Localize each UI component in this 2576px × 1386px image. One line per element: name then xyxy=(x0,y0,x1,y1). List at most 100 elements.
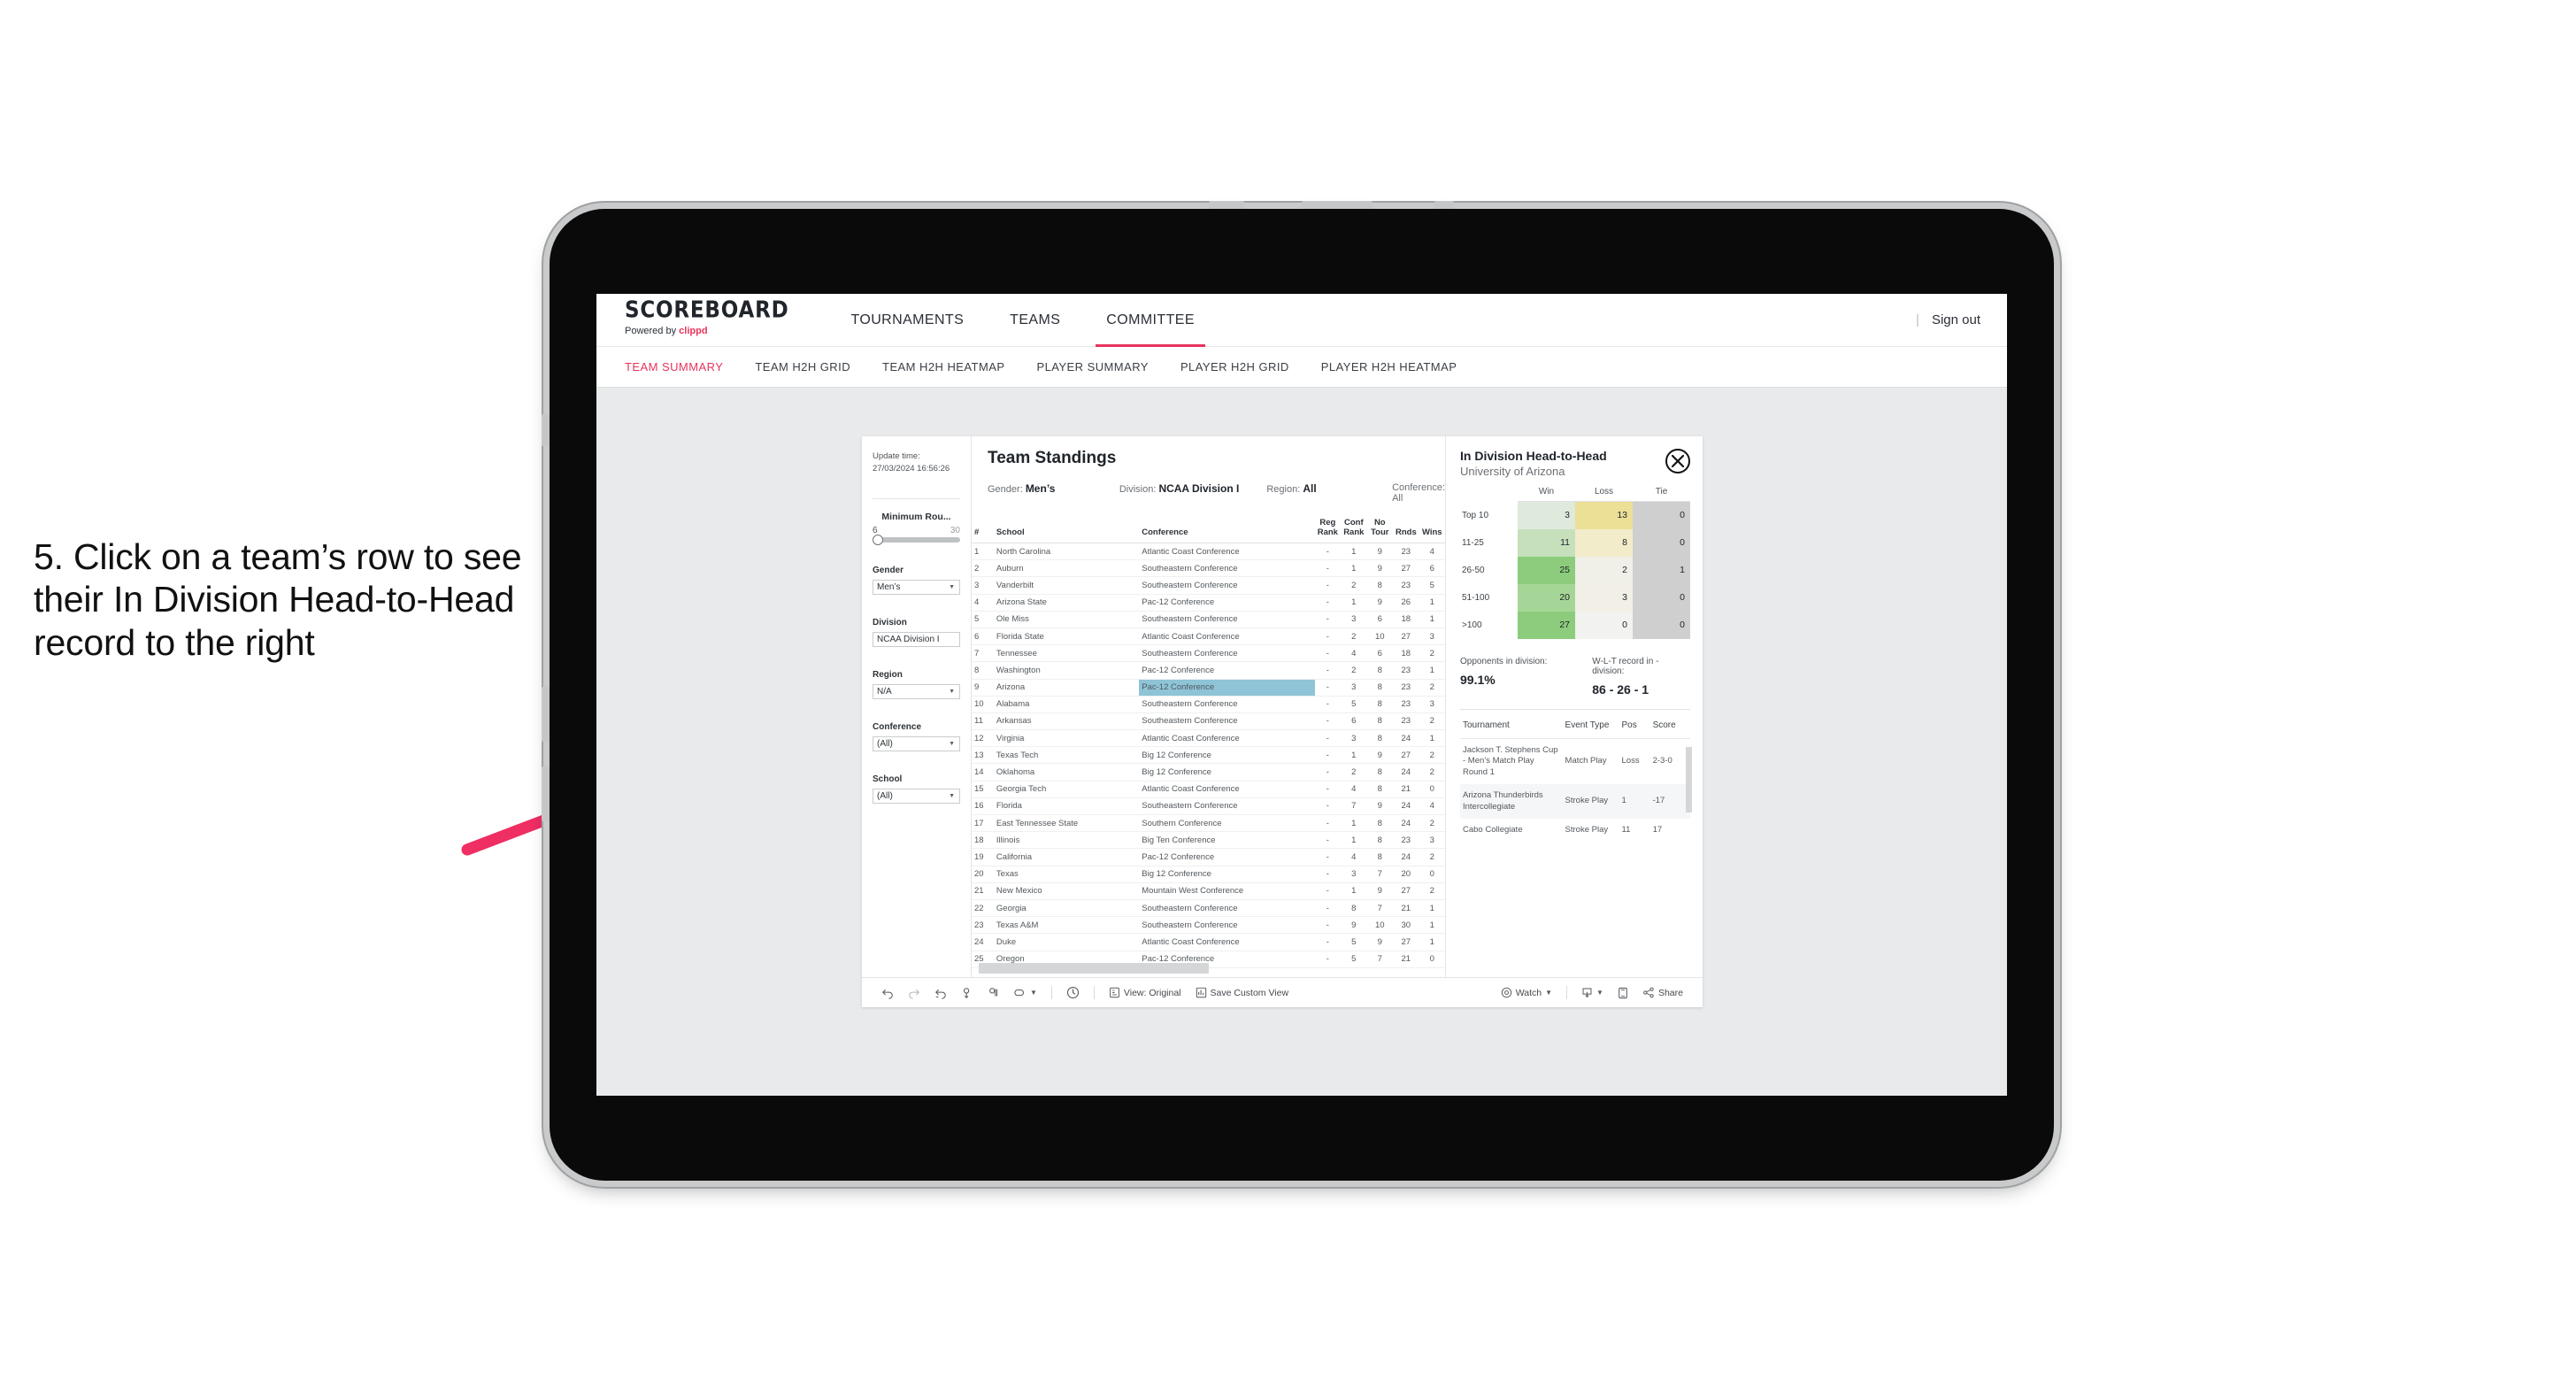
table-cell: 1 xyxy=(1341,559,1367,578)
tab-team-summary[interactable]: TEAM SUMMARY xyxy=(625,360,755,373)
col-no-tour[interactable]: No Tour xyxy=(1366,516,1394,543)
watch-button[interactable]: Watch ▼ xyxy=(1494,987,1559,998)
h2h-cell[interactable]: 27 xyxy=(1518,611,1575,639)
table-row[interactable]: 1 North Carolina Atlantic Coast Conference… xyxy=(972,543,1445,561)
pause-auto-updates-button[interactable] xyxy=(1059,986,1087,999)
table-cell: - xyxy=(1314,797,1342,816)
table-row[interactable]: 22 Georgia Southeastern Conference -8 7 21 1 xyxy=(972,899,1445,918)
filter-division-select[interactable]: NCAA Division I xyxy=(873,631,960,647)
h2h-cell[interactable]: 0 xyxy=(1633,583,1690,612)
h2h-cell[interactable]: 25 xyxy=(1518,556,1575,584)
table-row[interactable]: 10 Alabama Southeastern Conference -5 8 23 3 xyxy=(972,696,1445,713)
table-row[interactable]: 18 Illinois Big Ten Conference -1 8 23 3 xyxy=(972,831,1445,850)
tab-team-h2h-heatmap[interactable]: TEAM H2H HEATMAP xyxy=(882,360,1036,373)
table-row[interactable]: 5 Ole Miss Southeastern Conference -3 6 18 1 xyxy=(972,611,1445,628)
h2h-cell[interactable]: 3 xyxy=(1518,501,1575,529)
table-row[interactable]: 11 Arkansas Southeastern Conference -6 8 23 2 xyxy=(972,712,1445,731)
table-row[interactable]: 20 Texas Big 12 Conference -3 7 20 0 xyxy=(972,866,1445,883)
slider-track[interactable] xyxy=(873,534,960,545)
h2h-cell[interactable]: 11 xyxy=(1518,528,1575,557)
col-conference[interactable]: Conference xyxy=(1139,516,1315,543)
col-school[interactable]: School xyxy=(993,516,1140,543)
table-row[interactable]: 2 Auburn Southeastern Conference -1 9 27 6 xyxy=(972,559,1445,578)
table-row[interactable]: 21 New Mexico Mountain West Conference -1 9 2… xyxy=(972,882,1445,900)
h2h-cell[interactable]: 0 xyxy=(1633,611,1690,639)
view-original-button[interactable]: View: Original xyxy=(1102,987,1188,998)
table-row[interactable]: 14 Oklahoma Big 12 Conference -2 8 24 2 xyxy=(972,763,1445,782)
pause-button[interactable] xyxy=(980,987,1007,999)
redo-button[interactable] xyxy=(901,987,927,999)
table-cell: 7 xyxy=(1366,899,1394,918)
h2h-cell[interactable]: 0 xyxy=(1633,501,1690,529)
slider-handle[interactable] xyxy=(873,534,883,545)
col-wins[interactable]: Wins xyxy=(1419,516,1445,543)
slider-values: 6 30 xyxy=(873,526,960,535)
vertical-scrollbar[interactable] xyxy=(1686,746,1692,812)
slider-label: Minimum Rou... xyxy=(881,511,951,522)
device-button-volume-up xyxy=(542,687,550,742)
save-custom-view-button[interactable]: Save Custom View xyxy=(1188,987,1296,998)
table-cell: 4 xyxy=(1341,848,1367,866)
undo-button[interactable] xyxy=(874,987,901,999)
table-cell: Illinois xyxy=(993,831,1140,850)
table-row[interactable]: 24 Duke Atlantic Coast Conference -5 9 27 1 xyxy=(972,933,1445,951)
h2h-cell[interactable]: 0 xyxy=(1633,528,1690,557)
col-rnds[interactable]: Rnds xyxy=(1393,516,1419,543)
table-cell: 24 xyxy=(1393,763,1419,782)
h2h-cell[interactable]: 8 xyxy=(1575,528,1633,557)
view-original-label: View: Original xyxy=(1123,987,1181,998)
table-cell: Arkansas xyxy=(993,712,1140,731)
table-row[interactable]: 6 Florida State Atlantic Coast Conference -… xyxy=(972,628,1445,646)
close-icon[interactable] xyxy=(1665,449,1690,474)
table-row[interactable]: 4 Arizona State Pac-12 Conference -1 9 26 1 xyxy=(972,594,1445,612)
device-button-volume-down xyxy=(542,766,550,821)
horizontal-scrollbar[interactable] xyxy=(979,963,1209,974)
table-cell: - xyxy=(1314,729,1342,748)
filter-school-select[interactable]: (All) ▼ xyxy=(873,788,960,804)
list-item[interactable]: Arizona Thunderbirds Intercollegiate Stro… xyxy=(1460,784,1690,820)
table-row[interactable]: 8 Washington Pac-12 Conference -2 8 23 1 xyxy=(972,661,1445,680)
share-button[interactable]: Share xyxy=(1635,987,1690,998)
filter-gender-select[interactable]: Men’s ▼ xyxy=(873,579,960,595)
h2h-cell[interactable]: 0 xyxy=(1575,611,1633,639)
tab-player-summary[interactable]: PLAYER SUMMARY xyxy=(1036,360,1180,373)
refresh-button[interactable] xyxy=(954,987,980,999)
table-row[interactable]: 16 Florida Southeastern Conference -7 9 24 4 xyxy=(972,797,1445,816)
table-row[interactable]: 17 East Tennessee State Southern Conferenc… xyxy=(972,814,1445,833)
save-custom-view-label: Save Custom View xyxy=(1210,987,1289,998)
table-row[interactable]: 7 Tennessee Southeastern Conference -4 6 18 2 xyxy=(972,644,1445,663)
filter-conference-select[interactable]: (All) ▼ xyxy=(873,735,960,751)
tab-player-h2h-heatmap[interactable]: PLAYER H2H HEATMAP xyxy=(1321,360,1489,373)
table-row[interactable]: 15 Georgia Tech Atlantic Coast Conference -… xyxy=(972,781,1445,798)
stat-wlt-record: W-L-T record in -division: 86 - 26 - 1 xyxy=(1592,657,1690,697)
table-row[interactable]: 3 Vanderbilt Southeastern Conference -2 8 23 5 xyxy=(972,576,1445,595)
nav-item-teams[interactable]: TEAMS xyxy=(987,294,1083,347)
h2h-cell[interactable]: 3 xyxy=(1575,583,1633,612)
table-row[interactable]: 12 Virginia Atlantic Coast Conference -3 8 24… xyxy=(972,729,1445,748)
view-options-button[interactable]: ▼ xyxy=(1007,988,1044,998)
list-item[interactable]: Jackson T. Stephens Cup - Men’s Match Pl… xyxy=(1460,738,1690,784)
h2h-cell[interactable]: 13 xyxy=(1575,501,1633,529)
table-row[interactable]: 9 Arizona Pac-12 Conference -3 8 23 2 xyxy=(972,679,1445,697)
table-cell: 18 xyxy=(972,831,994,850)
list-item[interactable]: Cabo Collegiate Stroke Play 11 17 xyxy=(1460,819,1690,843)
download-button[interactable]: ▼ xyxy=(1574,987,1611,998)
table-row[interactable]: 13 Texas Tech Big 12 Conference -1 9 27 2 xyxy=(972,746,1445,765)
tab-player-h2h-grid[interactable]: PLAYER H2H GRID xyxy=(1180,360,1321,373)
nav-item-tournaments[interactable]: TOURNAMENTS xyxy=(828,294,988,347)
tab-team-h2h-grid[interactable]: TEAM H2H GRID xyxy=(755,360,882,373)
col-rank[interactable]: # xyxy=(972,516,994,543)
h2h-cell[interactable]: 20 xyxy=(1518,583,1575,612)
device-layout-button[interactable] xyxy=(1611,987,1635,999)
col-reg-rank[interactable]: Reg Rank xyxy=(1314,516,1342,543)
filter-region-select[interactable]: N/A ▼ xyxy=(873,683,960,699)
h2h-cell[interactable]: 1 xyxy=(1633,556,1690,584)
table-row[interactable]: 19 California Pac-12 Conference -4 8 24 2 xyxy=(972,848,1445,866)
h2h-cell[interactable]: 2 xyxy=(1575,556,1633,584)
col-conf-rank[interactable]: Conf Rank xyxy=(1341,516,1367,543)
nav-item-committee[interactable]: COMMITTEE xyxy=(1083,294,1218,347)
revert-button[interactable] xyxy=(927,987,954,999)
table-row[interactable]: 23 Texas A&M Southeastern Conference -9 10 30… xyxy=(972,916,1445,935)
sign-out-link[interactable]: Sign out xyxy=(1932,312,1980,327)
table-cell: - xyxy=(1314,576,1342,595)
